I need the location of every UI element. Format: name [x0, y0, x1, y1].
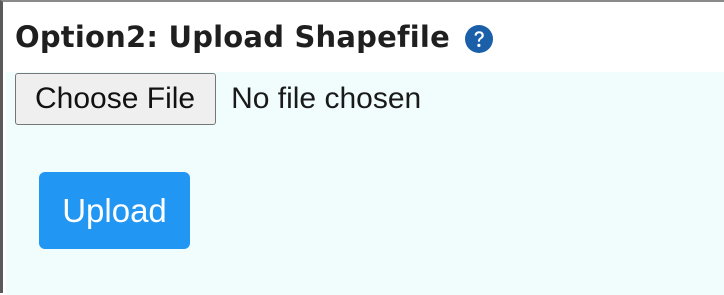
title-row: Option2: Upload Shapefile [15, 17, 494, 57]
shapefile-upload-frame: Option2: Upload Shapefile Choose File No… [0, 0, 724, 295]
question-circle-icon[interactable] [464, 24, 494, 54]
upload-panel: Choose File No file chosen Upload [6, 72, 724, 295]
section-title: Option2: Upload Shapefile [15, 20, 450, 54]
upload-button[interactable]: Upload [39, 172, 190, 249]
choose-file-button[interactable]: Choose File [15, 73, 217, 125]
file-status-text: No file chosen [231, 82, 422, 115]
file-input: Choose File No file chosen [15, 73, 421, 125]
question-circle-icon-graphic [464, 25, 493, 53]
section-header: Option2: Upload Shapefile [6, 4, 724, 72]
